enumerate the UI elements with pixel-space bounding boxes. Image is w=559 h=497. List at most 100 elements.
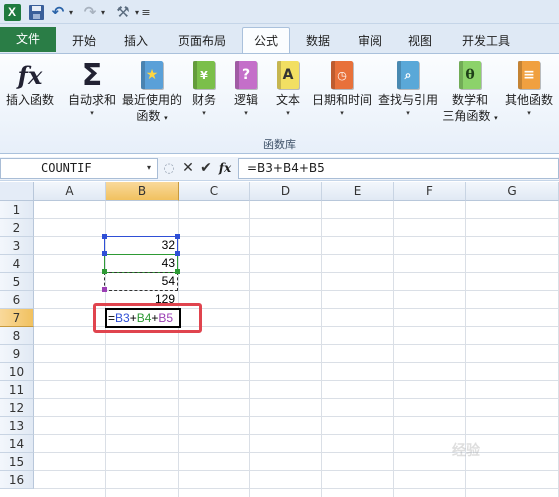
customize-toolbar-icon[interactable]: ≡ bbox=[140, 3, 152, 21]
sigma-glyph: Σ bbox=[81, 57, 103, 93]
resize-handle[interactable] bbox=[175, 251, 180, 256]
row-header-6[interactable]: 6 bbox=[0, 291, 34, 309]
resize-handle[interactable] bbox=[102, 269, 107, 274]
math-trig-label-text: 三角函数 bbox=[442, 109, 491, 123]
reference-highlight-b4 bbox=[104, 254, 178, 273]
chevron-down-icon: ▾ bbox=[164, 114, 168, 122]
redo-icon[interactable]: ↷ bbox=[82, 3, 98, 21]
financial-button[interactable]: ¥ 财务 ▾ bbox=[184, 56, 224, 136]
text-book-icon: A bbox=[273, 58, 303, 92]
row-header-3[interactable]: 3 bbox=[0, 237, 34, 255]
row-header-12[interactable]: 12 bbox=[0, 399, 34, 417]
row-header-15[interactable]: 15 bbox=[0, 453, 34, 471]
row-header-9[interactable]: 9 bbox=[0, 345, 34, 363]
floppy-disk-shape bbox=[28, 4, 44, 20]
tools-icon[interactable]: ⚒ bbox=[114, 3, 132, 21]
column-header-b[interactable]: B bbox=[106, 182, 179, 201]
tab-review[interactable]: 审阅 bbox=[348, 28, 392, 54]
reference-highlight-b5 bbox=[104, 272, 178, 291]
undo-glyph: ↶ bbox=[51, 3, 65, 21]
fx-icon[interactable]: fx bbox=[216, 158, 234, 179]
ribbon-formulas: fx 插入函数 Σ 自动求和 ▾ ★ 最近使用的 函数 ▾ ¥ 财务 ▾ ? 逻… bbox=[0, 53, 559, 154]
tab-file[interactable]: 文件 bbox=[0, 27, 56, 52]
tab-insert[interactable]: 插入 bbox=[114, 28, 158, 54]
row-gridline bbox=[34, 380, 559, 381]
insert-function-button[interactable]: fx 插入函数 bbox=[2, 56, 58, 136]
tab-view[interactable]: 视图 bbox=[398, 28, 442, 54]
row-header-5[interactable]: 5 bbox=[0, 273, 34, 291]
tab-developer[interactable]: 开发工具 bbox=[452, 28, 520, 54]
formula-input[interactable]: =B3+B4+B5 bbox=[238, 158, 559, 179]
function-library-group-label: 函数库 bbox=[263, 138, 296, 151]
tools-glyph: ⚒ bbox=[116, 3, 130, 21]
resize-handle[interactable] bbox=[102, 251, 107, 256]
tab-page-layout[interactable]: 页面布局 bbox=[168, 28, 236, 54]
row-header-16[interactable]: 16 bbox=[0, 471, 34, 489]
column-header-c[interactable]: C bbox=[179, 182, 250, 201]
row-header-1[interactable]: 1 bbox=[0, 201, 34, 219]
resize-handle[interactable] bbox=[102, 234, 107, 239]
row-header-4[interactable]: 4 bbox=[0, 255, 34, 273]
math-trig-label-line1: 数学和 bbox=[451, 93, 488, 107]
logic-question-book-icon: ? bbox=[231, 58, 261, 92]
select-all-corner[interactable] bbox=[0, 182, 34, 201]
chevron-down-icon: ▾ bbox=[244, 109, 248, 117]
resize-handle[interactable] bbox=[175, 269, 180, 274]
column-gridline bbox=[249, 201, 250, 497]
row-gridline bbox=[34, 398, 559, 399]
tab-formulas[interactable]: 公式 bbox=[242, 27, 290, 55]
excel-logo: X bbox=[3, 3, 21, 21]
logical-button[interactable]: ? 逻辑 ▾ bbox=[226, 56, 266, 136]
reference-highlight-b3 bbox=[104, 236, 178, 255]
row-header-2[interactable]: 2 bbox=[0, 219, 34, 237]
book-shape: ¥ bbox=[193, 61, 215, 89]
chevron-down-icon: ▾ bbox=[527, 109, 531, 117]
row-header-10[interactable]: 10 bbox=[0, 363, 34, 381]
chevron-down-icon: ▾ bbox=[494, 114, 498, 122]
math-trig-button[interactable]: θ 数学和 三角函数 ▾ bbox=[440, 56, 500, 136]
text-functions-button[interactable]: A 文本 ▾ bbox=[268, 56, 308, 136]
recently-used-button[interactable]: ★ 最近使用的 函数 ▾ bbox=[120, 56, 184, 136]
row-gridline bbox=[34, 344, 559, 345]
date-time-button[interactable]: ◷ 日期和时间 ▾ bbox=[310, 56, 374, 136]
chevron-down-icon: ▾ bbox=[286, 109, 290, 117]
row-gridline bbox=[34, 218, 559, 219]
undo-icon[interactable]: ↶ bbox=[50, 3, 66, 21]
enter-icon[interactable]: ✔ bbox=[198, 158, 214, 179]
column-gridline bbox=[393, 201, 394, 497]
recently-used-label-text: 函数 bbox=[136, 109, 161, 123]
row-header-11[interactable]: 11 bbox=[0, 381, 34, 399]
row-gridline bbox=[34, 488, 559, 489]
undo-dropdown-icon[interactable]: ▾ bbox=[66, 3, 76, 21]
column-header-e[interactable]: E bbox=[322, 182, 394, 201]
text-functions-label: 文本 bbox=[275, 93, 300, 107]
name-box[interactable]: COUNTIF bbox=[0, 158, 158, 179]
sigma-icon: Σ bbox=[77, 57, 107, 93]
column-header-d[interactable]: D bbox=[250, 182, 322, 201]
row-gridline bbox=[34, 416, 559, 417]
redo-dropdown-icon[interactable]: ▾ bbox=[98, 3, 108, 21]
autosum-button[interactable]: Σ 自动求和 ▾ bbox=[64, 56, 120, 136]
column-header-g[interactable]: G bbox=[466, 182, 559, 201]
name-box-dropdown-icon[interactable]: ▾ bbox=[147, 158, 151, 177]
resize-handle[interactable] bbox=[175, 234, 180, 239]
tab-home[interactable]: 开始 bbox=[62, 28, 106, 54]
column-header-f[interactable]: F bbox=[394, 182, 466, 201]
resize-handle[interactable] bbox=[102, 287, 107, 292]
row-header-8[interactable]: 8 bbox=[0, 327, 34, 345]
tab-data[interactable]: 数据 bbox=[296, 28, 340, 54]
chevron-down-icon: ▾ bbox=[406, 109, 410, 117]
row-header-7[interactable]: 7 bbox=[0, 309, 34, 327]
lookup-reference-button[interactable]: ⌕ 查找与引用 ▾ bbox=[376, 56, 440, 136]
column-header-a[interactable]: A bbox=[34, 182, 106, 201]
book-shape: ◷ bbox=[331, 61, 353, 89]
row-header-13[interactable]: 13 bbox=[0, 417, 34, 435]
book-shape: A bbox=[277, 61, 299, 89]
excel-icon[interactable]: X bbox=[3, 3, 21, 21]
math-theta-book-icon: θ bbox=[455, 58, 485, 92]
row-header-14[interactable]: 14 bbox=[0, 435, 34, 453]
more-functions-button[interactable]: ≡ 其他函数 ▾ bbox=[500, 56, 558, 136]
cancel-icon[interactable]: ✕ bbox=[180, 158, 196, 179]
lookup-reference-label: 查找与引用 bbox=[377, 93, 438, 107]
save-icon[interactable] bbox=[27, 3, 45, 21]
